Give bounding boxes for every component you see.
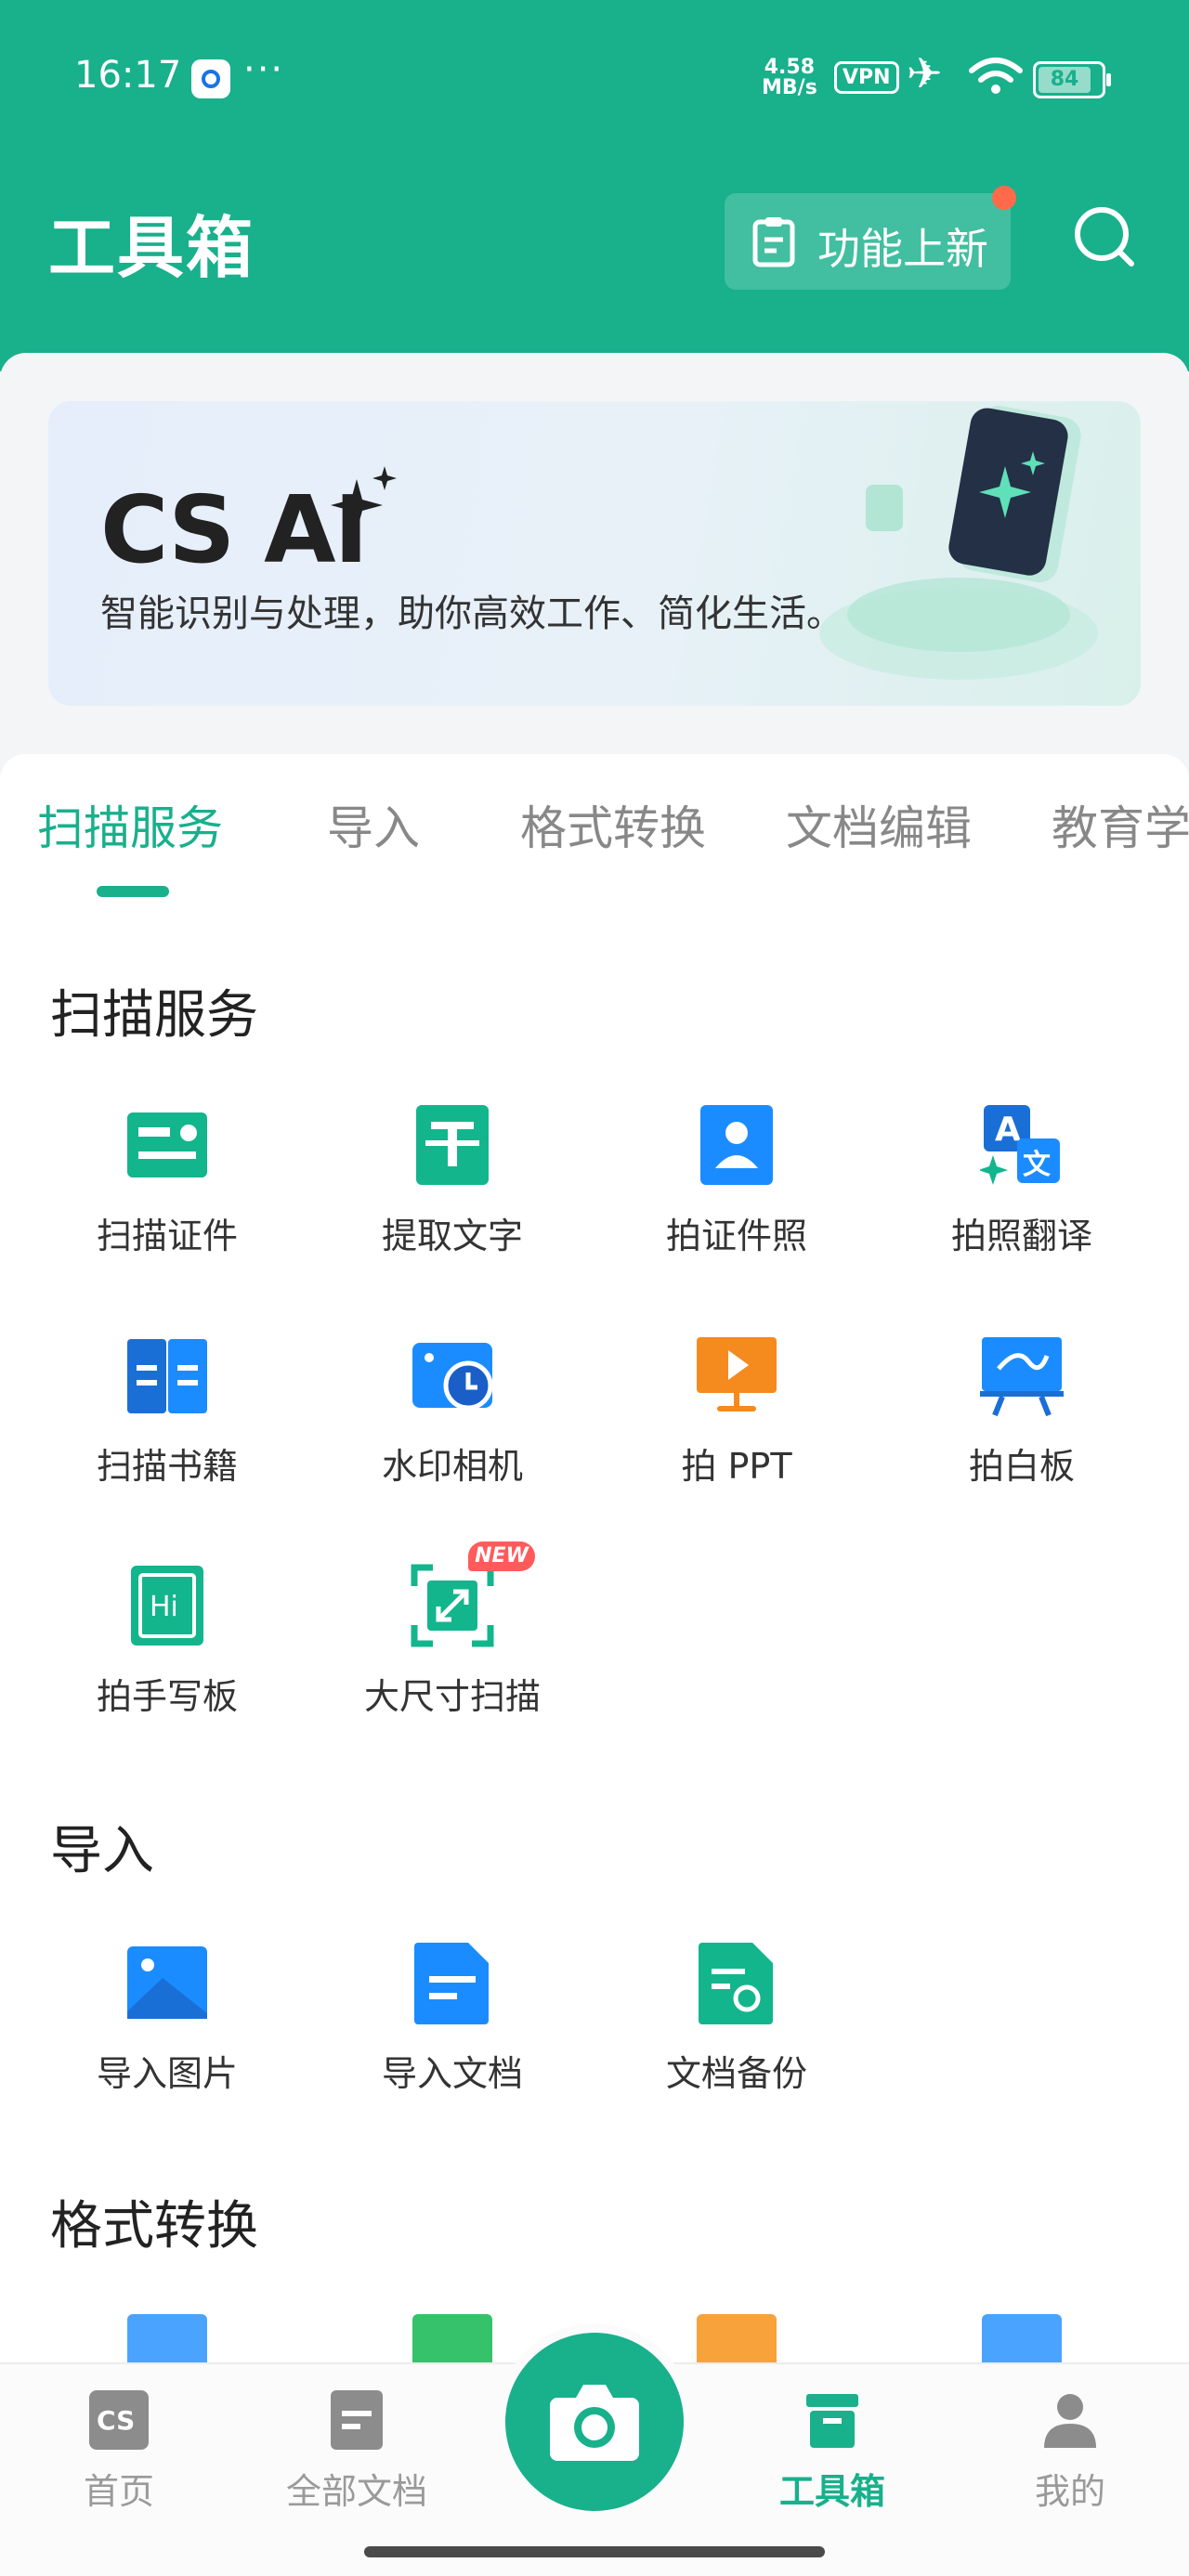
new-features-button[interactable]: 功能上新 (725, 186, 1016, 290)
translate-icon: A 文 (980, 1105, 1060, 1185)
status-time: 16:17 (74, 54, 182, 97)
tool-label: 拍照翻译 (950, 1216, 1092, 1256)
profile-icon (1044, 2394, 1096, 2448)
airplane-mode-icon: ✈ (907, 48, 943, 98)
section-title-scan: 扫描服务 (50, 985, 258, 1046)
tool-label: 导入文档 (381, 2053, 523, 2094)
more-notifications-icon: ··· (243, 48, 285, 91)
text-extract-icon (416, 1105, 489, 1185)
whiteboard-icon (980, 1337, 1064, 1417)
svg-text:Hi: Hi (150, 1591, 178, 1623)
sparkle-icon (331, 466, 397, 531)
cs-ai-banner[interactable]: CS AI 智能识别与处理，助你高效工作、简化生活。 (48, 401, 1141, 706)
document-backup-icon (699, 1943, 773, 2024)
notification-dot (992, 186, 1016, 210)
tool-scan-book[interactable]: 扫描书籍 (46, 1334, 288, 1519)
camera-button[interactable] (505, 2333, 684, 2511)
tab-education[interactable]: 教育学 (1052, 791, 1189, 858)
to-ppt-icon (697, 2314, 777, 2362)
tab-indicator (97, 886, 169, 897)
page-title: 工具箱 (48, 209, 255, 287)
tool-whiteboard[interactable]: 拍白板 (901, 1334, 1143, 1519)
svg-text:CS: CS (97, 2405, 135, 2436)
nav-label: 首页 (83, 2471, 154, 2512)
tool-label: 扫描证件 (96, 1216, 238, 1256)
tool-label: 提取文字 (381, 1216, 523, 1256)
document-icon (752, 217, 795, 267)
toolbox-icon (806, 2394, 858, 2448)
nav-label: 工具箱 (778, 2471, 885, 2512)
vpn-icon: VPN (834, 61, 899, 94)
to-image-icon (982, 2314, 1062, 2362)
network-speed-value: 4.58 (764, 56, 816, 79)
tab-import[interactable]: 导入 (327, 791, 420, 858)
tool-label: 文档备份 (665, 2053, 807, 2094)
category-tabs: 扫描服务 导入 格式转换 文档编辑 教育学 (0, 791, 1189, 903)
tool-label: 拍证件照 (665, 1216, 807, 1256)
network-speed: 4.58 MB/s (762, 58, 817, 98)
section-title-import: 导入 (50, 1821, 154, 1881)
tool-label: 水印相机 (381, 1446, 523, 1487)
tool-label: 大尺寸扫描 (363, 1676, 541, 1717)
status-bar: 16:17 ··· 4.58 MB/s VPN ✈ 84 (0, 0, 1189, 158)
new-features-label: 功能上新 (817, 224, 988, 274)
tool-label: 拍 PPT (681, 1446, 792, 1487)
nav-mine[interactable]: 我的 (986, 2390, 1154, 2514)
home-indicator (364, 2546, 825, 2557)
tool-label: 拍手写板 (96, 1676, 238, 1717)
search-icon[interactable] (1068, 201, 1143, 275)
tool-label: 扫描书籍 (96, 1446, 238, 1487)
image-icon (127, 1946, 207, 2019)
app-notification-icon (191, 59, 230, 98)
battery-level: 84 (1039, 67, 1091, 93)
tool-scan-id[interactable]: 扫描证件 (46, 1103, 288, 1289)
nav-toolbox[interactable]: 工具箱 (749, 2390, 916, 2514)
tool-extract-text[interactable]: 提取文字 (332, 1103, 573, 1289)
nav-all-documents[interactable]: 全部文档 (273, 2390, 440, 2514)
home-cs-icon: CS (89, 2390, 149, 2450)
tool-document-backup[interactable]: 文档备份 (616, 1941, 857, 2127)
battery-icon: 84 (1033, 61, 1111, 98)
ppt-icon (697, 1337, 777, 1412)
id-photo-icon (700, 1105, 773, 1185)
svg-text:A: A (995, 1111, 1021, 1149)
tab-scan-service[interactable]: 扫描服务 (37, 791, 223, 858)
tool-label: 导入图片 (96, 2053, 238, 2094)
nav-label: 全部文档 (285, 2471, 427, 2512)
nav-home[interactable]: CS 首页 (35, 2390, 203, 2514)
tab-document-edit[interactable]: 文档编辑 (786, 791, 972, 858)
network-speed-unit: MB/s (762, 76, 817, 99)
handwriting-board-icon: Hi (131, 1566, 203, 1646)
to-excel-icon (412, 2314, 492, 2362)
tool-large-scan[interactable]: 大尺寸扫描 (332, 1564, 573, 1750)
tool-id-photo[interactable]: 拍证件照 (616, 1103, 857, 1289)
tool-photo-ppt[interactable]: 拍 PPT (616, 1334, 857, 1519)
ai-illustration-icon (819, 405, 1098, 680)
document-import-icon (414, 1943, 489, 2024)
tool-import-document[interactable]: 导入文档 (332, 1941, 573, 2127)
id-card-icon (127, 1112, 207, 1177)
tab-format-convert[interactable]: 格式转换 (520, 791, 706, 858)
tool-watermark-camera[interactable]: 水印相机 (332, 1334, 573, 1519)
tool-photo-translate[interactable]: A 文 拍照翻译 (901, 1103, 1143, 1289)
banner-subtitle: 智能识别与处理，助你高效工作、简化生活。 (100, 592, 843, 635)
tool-handwriting-board[interactable]: Hi 拍手写板 (46, 1564, 288, 1750)
camera-icon (550, 2385, 639, 2461)
to-word-icon (127, 2314, 207, 2362)
tool-import-image[interactable]: 导入图片 (46, 1941, 288, 2127)
book-icon (127, 1339, 207, 1413)
nav-label: 我的 (1034, 2471, 1105, 2512)
large-size-scan-icon (411, 1564, 494, 1647)
watermark-camera-icon (412, 1343, 493, 1411)
new-badge: NEW (468, 1542, 535, 1571)
wifi-icon (969, 58, 1023, 94)
section-title-convert: 格式转换 (50, 2196, 258, 2257)
tool-label: 拍白板 (968, 1446, 1075, 1487)
svg-text:文: 文 (1023, 1149, 1051, 1181)
all-documents-icon (331, 2390, 383, 2450)
